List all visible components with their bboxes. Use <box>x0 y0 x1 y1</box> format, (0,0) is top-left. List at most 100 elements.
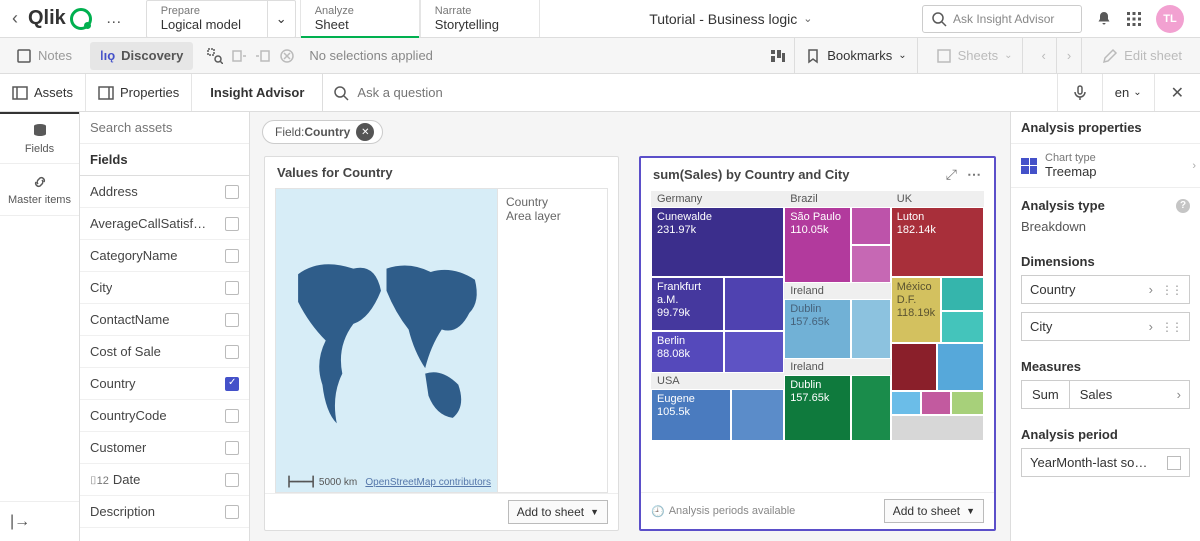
tm-cell[interactable] <box>891 391 921 415</box>
field-checkbox[interactable] <box>225 505 239 519</box>
tm-cell[interactable] <box>951 391 984 415</box>
periods-note[interactable]: 🕘 Analysis periods available <box>651 505 795 518</box>
field-checkbox[interactable] <box>225 345 239 359</box>
tm-cell[interactable] <box>851 299 891 359</box>
app-title[interactable]: Tutorial - Business logic ⌄ <box>544 11 918 27</box>
tm-cell[interactable] <box>941 277 984 311</box>
tm-cell[interactable] <box>851 207 891 245</box>
add-to-sheet-button[interactable]: Add to sheet ▼ <box>884 499 984 523</box>
field-row[interactable]: CategoryName <box>80 240 249 272</box>
selections-tool-icon[interactable] <box>770 48 786 64</box>
measure-sales[interactable]: Sum Sales › <box>1021 380 1190 409</box>
tm-cell[interactable]: Dublin157.65k <box>784 299 851 359</box>
avatar[interactable]: TL <box>1156 5 1184 33</box>
field-row[interactable]: Description <box>80 496 249 528</box>
fullscreen-icon[interactable]: ⤢ <box>946 166 957 183</box>
tab-narrate[interactable]: Narrate Storytelling <box>420 0 540 37</box>
ask-question-input[interactable] <box>357 79 1046 107</box>
field-row[interactable]: ContactName <box>80 304 249 336</box>
step-back-icon[interactable] <box>231 48 247 64</box>
prev-sheet-button[interactable]: ‹ <box>1031 38 1056 74</box>
tm-cell[interactable] <box>724 331 784 373</box>
field-checkbox[interactable] <box>225 441 239 455</box>
step-forward-icon[interactable] <box>255 48 271 64</box>
field-checkbox[interactable] <box>225 249 239 263</box>
map-viz[interactable]: ┣━━━┫ 5000 km OpenStreetMap contributors <box>275 188 498 493</box>
tm-cell[interactable] <box>851 245 891 283</box>
field-list[interactable]: AddressAverageCallSatisfa...CategoryName… <box>80 176 249 541</box>
field-checkbox[interactable] <box>225 281 239 295</box>
tm-cell[interactable] <box>724 277 784 331</box>
edit-sheet-button[interactable]: Edit sheet <box>1090 48 1194 64</box>
card-treemap-body[interactable]: Germany Brazil UK Cunewalde231.97k Frank… <box>641 191 994 492</box>
tm-cell[interactable] <box>731 389 784 441</box>
field-checkbox[interactable] <box>225 217 239 231</box>
properties-toggle[interactable]: Properties <box>86 74 192 111</box>
search-assets-input[interactable] <box>90 120 239 135</box>
add-to-sheet-button[interactable]: Add to sheet ▼ <box>508 500 608 524</box>
rail-master-items[interactable]: Master items <box>0 164 79 216</box>
tm-cell[interactable] <box>851 375 891 441</box>
chart-type-row[interactable]: Chart type Treemap › <box>1011 144 1200 188</box>
app-menu-button[interactable]: … <box>96 10 132 28</box>
treemap-viz[interactable]: Germany Brazil UK Cunewalde231.97k Frank… <box>651 191 984 441</box>
clear-selections-icon[interactable] <box>279 48 295 64</box>
field-row[interactable]: CountryCode <box>80 400 249 432</box>
tm-cell[interactable]: Luton182.14k <box>891 207 984 277</box>
field-chip-country[interactable]: Field:Country ✕ <box>262 120 383 144</box>
bookmarks-dropdown[interactable]: Bookmarks ⌄ <box>794 38 917 74</box>
drag-handle-icon[interactable]: ⋮⋮ <box>1161 320 1181 334</box>
rail-fields[interactable]: Fields <box>0 112 79 164</box>
app-launcher-icon[interactable] <box>1126 11 1142 27</box>
tm-cell[interactable] <box>941 311 984 343</box>
field-row[interactable]: Country <box>80 368 249 400</box>
close-insight-button[interactable]: ✕ <box>1155 83 1200 103</box>
tm-cell[interactable]: Dublin Dublin157.65k <box>784 375 851 441</box>
tm-cell[interactable]: México D.F.118.19k <box>891 277 941 343</box>
tab-prepare[interactable]: Prepare Logical model <box>147 5 267 32</box>
field-row[interactable]: Cost of Sale <box>80 336 249 368</box>
insight-advisor-search[interactable]: Ask Insight Advisor <box>922 5 1082 33</box>
field-row[interactable]: ⌷12Date <box>80 464 249 496</box>
tm-cell[interactable] <box>891 343 938 391</box>
sheets-dropdown[interactable]: Sheets ⌄ <box>926 38 1024 74</box>
tm-cell[interactable]: São Paulo110.05k <box>784 207 851 283</box>
logo[interactable]: Qlik <box>28 7 92 30</box>
tm-cell[interactable] <box>937 343 984 391</box>
tm-cell[interactable]: Eugene105.5k <box>651 389 731 441</box>
dimension-city[interactable]: City › ⋮⋮ <box>1021 312 1190 341</box>
rail-expand-button[interactable]: |→ <box>0 501 79 541</box>
field-checkbox[interactable] <box>225 185 239 199</box>
more-icon[interactable]: ⋯ <box>967 166 982 183</box>
next-sheet-button[interactable]: › <box>1057 38 1082 74</box>
language-dropdown[interactable]: en ⌄ <box>1102 74 1155 111</box>
smart-search-icon[interactable] <box>207 48 223 64</box>
map-attribution[interactable]: OpenStreetMap contributors <box>365 477 491 488</box>
tm-cell[interactable]: Berlin88.08k <box>651 331 724 373</box>
field-checkbox[interactable] <box>225 409 239 423</box>
field-checkbox[interactable] <box>225 313 239 327</box>
voice-input-button[interactable] <box>1057 74 1102 111</box>
notes-button[interactable]: Notes <box>6 42 82 70</box>
field-row[interactable]: City <box>80 272 249 304</box>
tab-analyze[interactable]: Analyze Sheet <box>300 0 420 37</box>
field-checkbox[interactable] <box>225 377 239 391</box>
field-row[interactable]: AverageCallSatisfa... <box>80 208 249 240</box>
tm-cell[interactable] <box>891 415 984 441</box>
chip-remove-button[interactable]: ✕ <box>356 123 374 141</box>
field-row[interactable]: Customer <box>80 432 249 464</box>
assets-toggle[interactable]: Assets <box>0 74 86 111</box>
prepare-dropdown[interactable]: ⌄ <box>267 1 295 37</box>
period-checkbox[interactable] <box>1167 456 1181 470</box>
tm-cell[interactable]: Frankfurt a.M.99.79k <box>651 277 724 331</box>
field-row[interactable]: Address <box>80 176 249 208</box>
back-button[interactable]: ‹ <box>6 8 24 29</box>
help-icon[interactable]: ? <box>1176 199 1190 213</box>
tm-cell[interactable]: Cunewalde231.97k <box>651 207 784 277</box>
measure-agg[interactable]: Sum <box>1022 381 1070 408</box>
dimension-country[interactable]: Country › ⋮⋮ <box>1021 275 1190 304</box>
period-row[interactable]: YearMonth-last sorte… <box>1021 448 1190 477</box>
field-checkbox[interactable] <box>225 473 239 487</box>
tm-cell[interactable] <box>921 391 951 415</box>
drag-handle-icon[interactable]: ⋮⋮ <box>1161 283 1181 297</box>
